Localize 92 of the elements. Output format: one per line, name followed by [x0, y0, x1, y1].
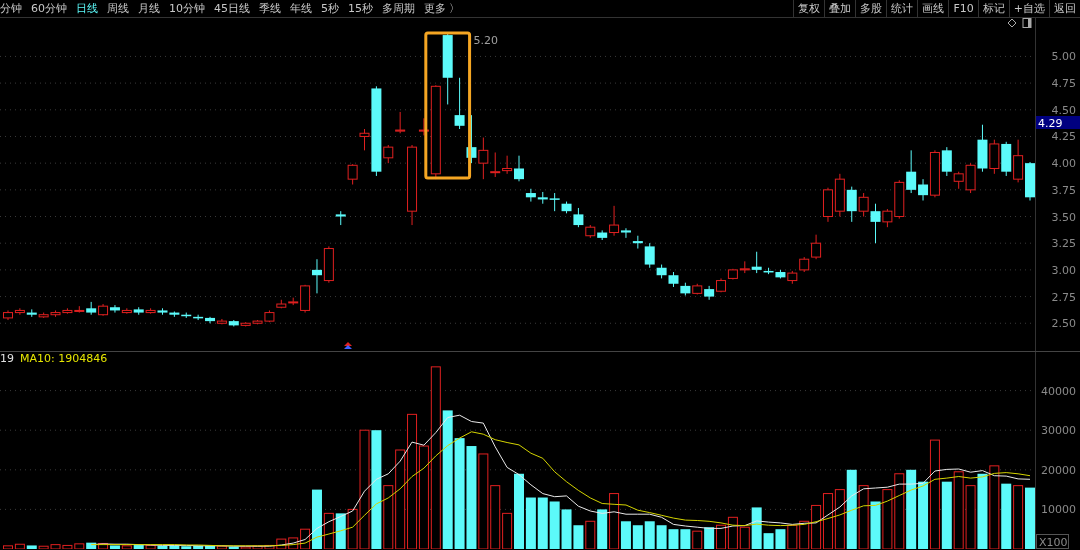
candlestick [537, 191, 548, 205]
price-axis-label: 5.00 [1051, 50, 1076, 64]
candlestick [989, 139, 1000, 175]
toolbar-button[interactable]: F10 [948, 0, 978, 17]
candlestick [1013, 139, 1024, 183]
volume-legend-text: 19 [0, 352, 14, 365]
candlestick [442, 33, 453, 105]
period-tab[interactable]: 10分钟 [169, 0, 205, 18]
period-tab[interactable]: 45日线 [214, 0, 250, 18]
price-axis-label: 4.00 [1051, 157, 1076, 171]
candlestick [525, 188, 536, 203]
marker-icon [344, 342, 352, 349]
price-axis-label: 4.75 [1051, 77, 1076, 91]
candlestick [1025, 161, 1035, 201]
period-tab[interactable]: 日线 [76, 0, 98, 18]
candlestick [395, 111, 406, 134]
candlestick [50, 309, 61, 318]
candlestick [823, 187, 833, 223]
volume-bar [537, 497, 548, 549]
high-price-label: 5.20 [473, 34, 499, 47]
price-axis-label: 2.50 [1051, 317, 1076, 331]
candlestick [727, 268, 738, 280]
volume-axis-label: 10000 [1041, 503, 1076, 517]
volume-bar [335, 513, 346, 549]
volume-bar [680, 529, 691, 549]
toolbar-button[interactable]: +自选 [1008, 0, 1049, 17]
candlestick [109, 304, 120, 314]
period-tab[interactable]: 月线 [138, 0, 160, 18]
price-axis-label: 3.50 [1051, 210, 1076, 224]
candlestick [466, 114, 477, 164]
price-axis-label: 4.50 [1051, 103, 1076, 117]
volume-bar [597, 509, 608, 549]
candlestick [704, 285, 715, 301]
candlestick [98, 303, 109, 317]
price-axis-label: 4.25 [1051, 130, 1076, 144]
period-tab[interactable]: 15秒 [348, 0, 373, 18]
volume-bar [668, 529, 679, 549]
candlestick [834, 173, 845, 217]
period-tab[interactable]: 60分钟 [31, 0, 67, 18]
volume-axis-label: 30000 [1041, 424, 1076, 438]
toolbar-button[interactable]: 叠加 [824, 0, 856, 17]
period-tab[interactable]: 季线 [259, 0, 281, 18]
diamond-icon [1007, 18, 1017, 28]
candlestick [276, 299, 287, 309]
volume-bar [549, 501, 560, 549]
candlestick [454, 77, 465, 130]
period-tab[interactable]: 周线 [107, 0, 129, 18]
toolbar-button[interactable]: 复权 [793, 0, 825, 17]
candlestick [692, 283, 703, 295]
volume-bar [775, 529, 786, 549]
candlestick [1001, 141, 1012, 177]
candlestick [680, 282, 691, 296]
price-axis-label: 3.00 [1051, 263, 1076, 277]
volume-bar [870, 501, 881, 549]
candlestick [26, 308, 37, 318]
toolbar-button[interactable]: 统计 [886, 0, 918, 17]
candlestick [312, 258, 322, 294]
volume-bar [1025, 487, 1035, 549]
candlestick [668, 271, 679, 288]
volume-legend-text: MA10: 1904846 [20, 352, 108, 365]
period-tab[interactable]: 分钟 [0, 0, 22, 18]
candlestick [347, 163, 358, 185]
panel-icon [1022, 18, 1032, 28]
toolbar-button[interactable]: 画线 [917, 0, 949, 17]
candlestick [585, 224, 596, 239]
volume-axis-label: 20000 [1041, 463, 1076, 477]
toolbar-button[interactable]: 返回 [1049, 0, 1080, 17]
period-tab[interactable]: 更多 〉 [424, 0, 461, 18]
volume-unit-label: X100 [1036, 534, 1069, 549]
candlestick [514, 155, 524, 182]
candlestick [335, 210, 346, 226]
candlestick [133, 306, 144, 316]
volume-bar [656, 525, 667, 549]
period-tab[interactable]: 5秒 [321, 0, 339, 18]
toolbar-button[interactable]: 标记 [977, 0, 1009, 17]
price-axis-label: 3.75 [1051, 183, 1076, 197]
period-tab[interactable]: 多周期 [382, 0, 415, 18]
price-axis-label: 3.25 [1051, 237, 1076, 251]
volume-bar [704, 527, 715, 549]
volume-bar [1001, 483, 1012, 549]
candlestick [716, 277, 726, 293]
volume-axis-label: 40000 [1041, 384, 1076, 398]
volume-bar [644, 521, 655, 549]
candlestick [14, 307, 25, 316]
period-tab[interactable]: 年线 [290, 0, 312, 18]
price-axis-label: 2.75 [1051, 290, 1076, 304]
volume-bar [632, 525, 643, 549]
candlestick [323, 245, 334, 284]
current-price-tag: 4.29 [1036, 116, 1080, 130]
candlestick [502, 155, 513, 175]
toolbar-button[interactable]: 多股 [855, 0, 887, 17]
candlestick [157, 307, 168, 316]
